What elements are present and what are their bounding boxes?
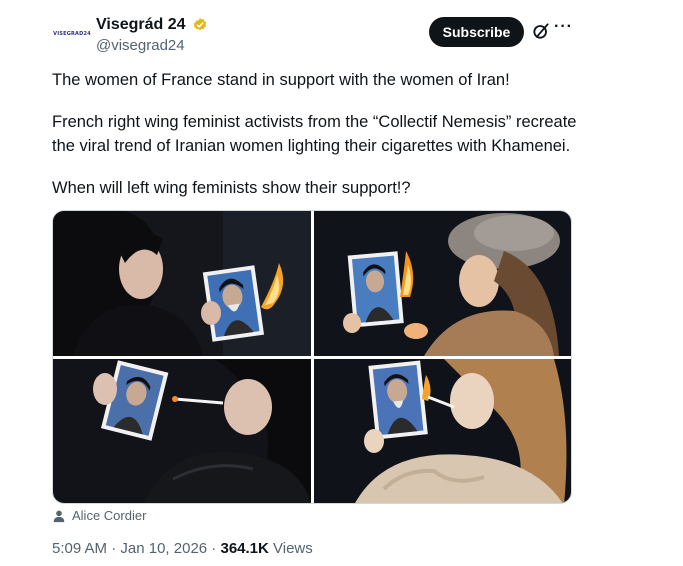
avatar[interactable]: VISEGRAD24 bbox=[48, 16, 96, 52]
views-count[interactable]: 364.1K bbox=[220, 540, 268, 557]
author-block: Visegrád 24 @visegrad24 bbox=[96, 15, 208, 54]
author-name-row: Visegrád 24 bbox=[96, 15, 208, 35]
views-label: Views bbox=[268, 540, 313, 557]
woman-in-fur-hat-burning-portrait-photo[interactable] bbox=[314, 211, 571, 356]
grok-icon[interactable] bbox=[531, 21, 551, 41]
tweet-time[interactable]: 5:09 AM bbox=[52, 540, 107, 557]
meta-separator: · bbox=[207, 540, 221, 557]
verified-badge-icon bbox=[193, 18, 206, 31]
tweet-text-line: When will left wing feminists show their… bbox=[52, 179, 411, 197]
meta-separator: · bbox=[107, 540, 121, 557]
media-grid bbox=[52, 210, 572, 504]
tweet-text: The women of France stand in support wit… bbox=[52, 68, 592, 200]
avatar-logo-text: VISEGRAD24 bbox=[53, 31, 91, 37]
author-name[interactable]: Visegrád 24 bbox=[96, 16, 186, 34]
photo-credit[interactable]: Alice Cordier bbox=[52, 508, 146, 523]
blonde-woman-lighting-cigarette-photo[interactable] bbox=[314, 359, 571, 503]
author-handle[interactable]: @visegrad24 bbox=[96, 37, 208, 54]
photo-credit-name: Alice Cordier bbox=[72, 508, 147, 523]
tweet-text-line: The women of France stand in support wit… bbox=[52, 71, 510, 89]
person-icon bbox=[53, 510, 65, 522]
more-icon[interactable]: ··· bbox=[554, 19, 574, 39]
tweet-date[interactable]: Jan 10, 2026 bbox=[120, 540, 207, 557]
subscribe-button[interactable]: Subscribe bbox=[429, 17, 524, 47]
woman-burning-portrait-photo[interactable] bbox=[53, 211, 311, 356]
tweet-text-line: the viral trend of Iranian women lightin… bbox=[52, 137, 571, 155]
tweet-text-line: French right wing feminist activists fro… bbox=[52, 113, 577, 131]
woman-lighting-cigarette-photo[interactable] bbox=[53, 359, 311, 503]
tweet-meta: 5:09 AM · Jan 10, 2026 · 364.1K Views bbox=[52, 540, 313, 557]
tweet-card: VISEGRAD24 Visegrád 24 @visegrad24 Subsc… bbox=[0, 0, 683, 566]
